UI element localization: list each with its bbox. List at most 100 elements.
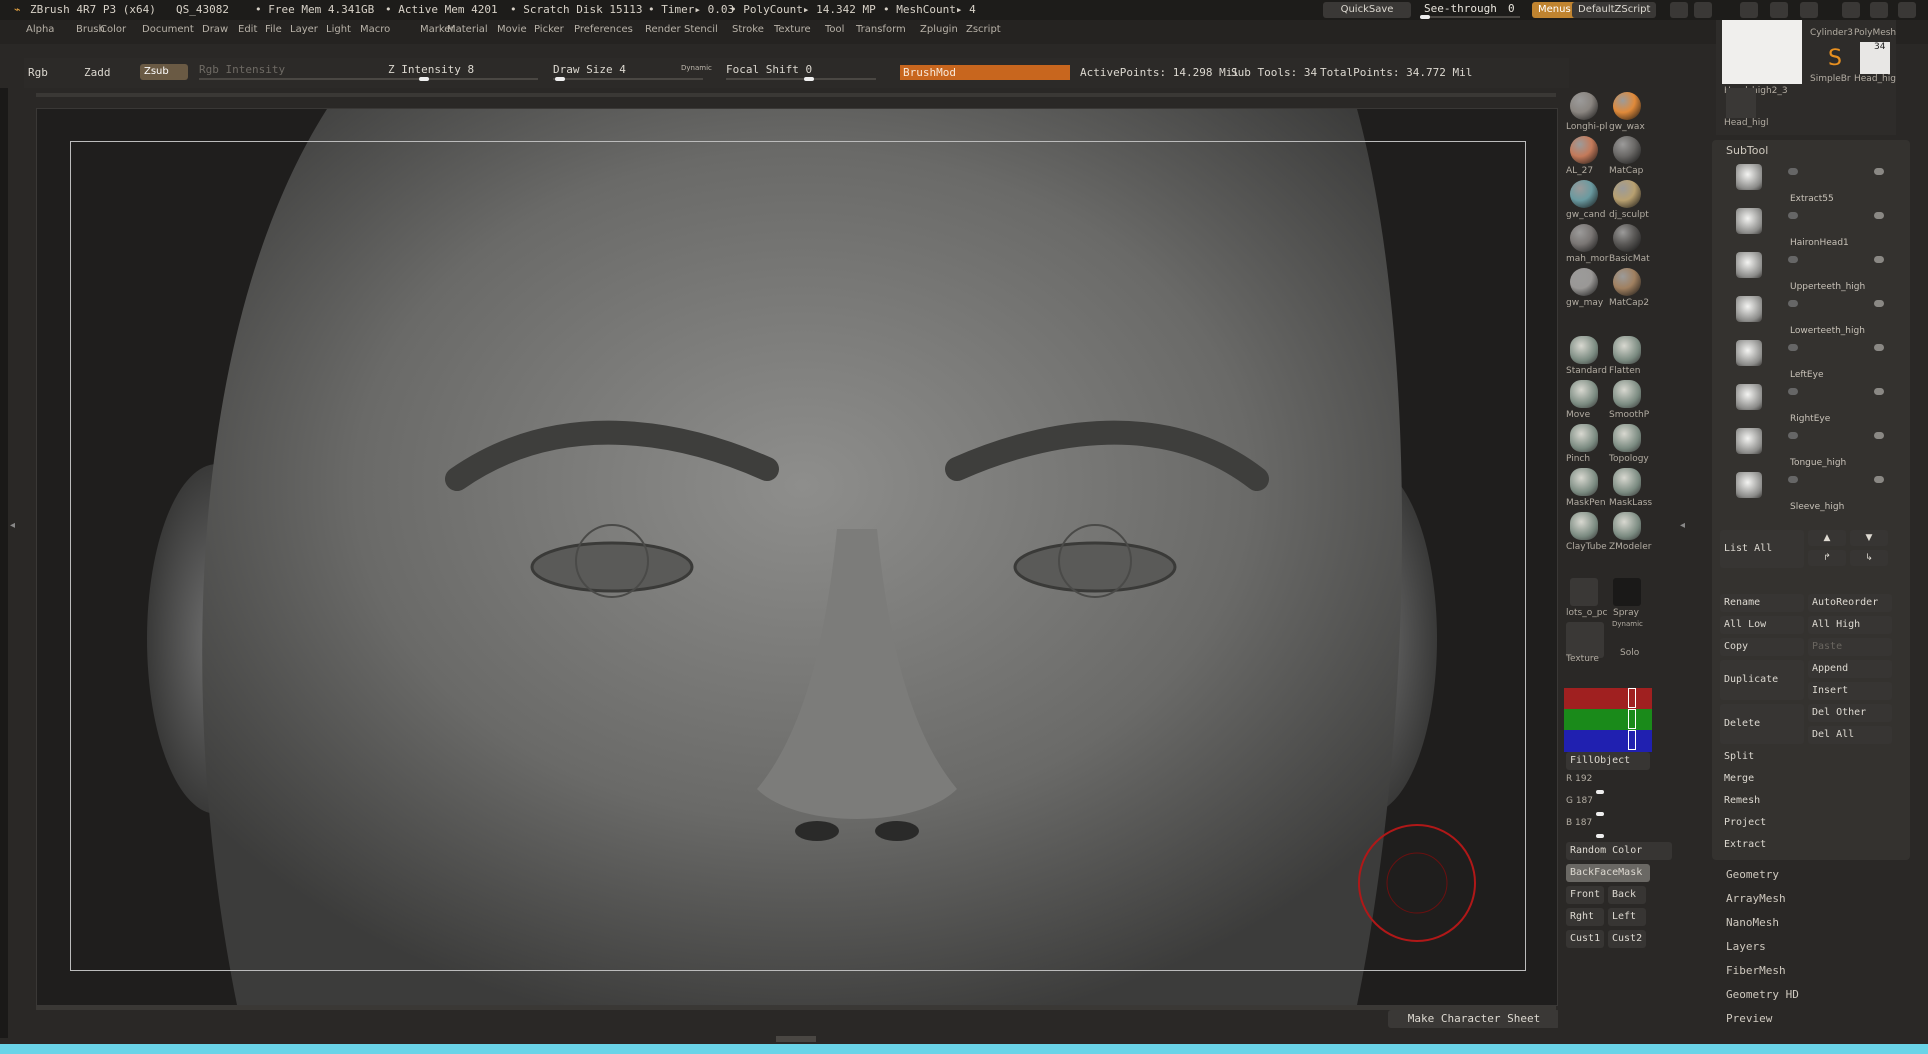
tool-section-fibermesh[interactable]: FiberMesh — [1726, 964, 1786, 977]
tool-section-arraymesh[interactable]: ArrayMesh — [1726, 892, 1786, 905]
eye-icon[interactable] — [1874, 256, 1884, 263]
fill-object-button[interactable]: FillObject — [1566, 752, 1650, 770]
menus-button[interactable]: Menus — [1532, 2, 1577, 18]
subtool-thumb[interactable] — [1736, 252, 1762, 278]
eye-icon[interactable] — [1874, 432, 1884, 439]
menu-item-preferences[interactable]: Preferences — [574, 24, 633, 35]
subtool-thumb[interactable] — [1736, 296, 1762, 322]
z-intensity-knob[interactable] — [419, 77, 429, 81]
brush-maskpen-icon[interactable] — [1570, 468, 1598, 496]
front-view-button[interactable]: Front — [1566, 886, 1604, 904]
insert-button[interactable]: Insert — [1808, 682, 1892, 700]
menu-item-render[interactable]: Render — [645, 24, 681, 35]
z-intensity-track[interactable] — [388, 78, 538, 80]
menu-item-movie[interactable]: Movie — [497, 24, 527, 35]
color-slider-handle[interactable] — [1628, 709, 1636, 729]
subtool-item-name[interactable]: HaironHead1 — [1790, 238, 1849, 248]
texture-thumb[interactable] — [1566, 622, 1604, 658]
dynamic-label[interactable]: Dynamic — [681, 64, 712, 72]
move-down-right-icon[interactable]: ↳ — [1850, 550, 1888, 566]
focal-shift-slider[interactable]: Focal Shift 0 — [726, 63, 812, 76]
rgb-intensity-slider[interactable]: Rgb Intensity — [199, 63, 285, 76]
move-up-arrow-icon[interactable]: ▲ — [1808, 530, 1846, 546]
menu-item-draw[interactable]: Draw — [202, 24, 228, 35]
subtool-thumb[interactable] — [1736, 208, 1762, 234]
see-through-slider[interactable] — [1420, 16, 1520, 18]
color-g-knob[interactable] — [1596, 812, 1604, 816]
minimize-icon[interactable] — [1842, 2, 1860, 18]
layout-icon[interactable] — [1670, 2, 1688, 18]
material-swatch[interactable] — [1570, 268, 1598, 296]
color-b-slider[interactable]: B 187 — [1566, 818, 1592, 828]
subtool-visibility-toggle[interactable] — [1788, 344, 1798, 351]
subtool-visibility-toggle[interactable] — [1788, 432, 1798, 439]
remesh-button[interactable]: Remesh — [1720, 792, 1892, 810]
color-slider-handle[interactable] — [1628, 688, 1636, 708]
subtool-item-name[interactable]: LeftEye — [1790, 370, 1823, 380]
back-view-button[interactable]: Back — [1608, 886, 1646, 904]
tool-section-layers[interactable]: Layers — [1726, 940, 1766, 953]
tool-section-geometry[interactable]: Geometry — [1726, 868, 1779, 881]
subtool-thumb[interactable] — [1736, 428, 1762, 454]
right-tray-arrow-icon[interactable]: ◂ — [1680, 520, 1685, 531]
subtool-visibility-toggle[interactable] — [1788, 168, 1798, 175]
subtool-visibility-toggle[interactable] — [1788, 212, 1798, 219]
rgb-button[interactable]: Rgb — [28, 66, 48, 79]
subtool-thumb[interactable] — [1736, 472, 1762, 498]
menu-item-stroke[interactable]: Stroke — [732, 24, 764, 35]
menu-item-zscript[interactable]: Zscript — [966, 24, 1001, 35]
left-view-button[interactable]: Left — [1608, 908, 1646, 926]
random-color-button[interactable]: Random Color — [1566, 842, 1672, 860]
custom1-view-button[interactable]: Cust1 — [1566, 930, 1604, 948]
material-swatch[interactable] — [1613, 224, 1641, 252]
brush-zmodeler-icon[interactable] — [1613, 512, 1641, 540]
menu-item-texture[interactable]: Texture — [774, 24, 811, 35]
copy-button[interactable]: Copy — [1720, 638, 1804, 656]
menu-item-picker[interactable]: Picker — [534, 24, 564, 35]
subtool-item-name[interactable]: RightEye — [1790, 414, 1830, 424]
brush-masklass-icon[interactable] — [1613, 468, 1641, 496]
menu-item-zplugin[interactable]: Zplugin — [920, 24, 958, 35]
tool-section-preview[interactable]: Preview — [1726, 1012, 1772, 1025]
color-b-knob[interactable] — [1596, 834, 1604, 838]
draw-size-track[interactable] — [553, 78, 703, 80]
dock2-icon[interactable] — [1770, 2, 1788, 18]
draw-size-slider[interactable]: Draw Size 4 — [553, 63, 626, 76]
brush-flatten-icon[interactable] — [1613, 336, 1641, 364]
simple-brush-icon[interactable]: S — [1822, 46, 1848, 72]
eye-icon[interactable] — [1874, 476, 1884, 483]
make-character-sheet-button[interactable]: Make Character Sheet — [1388, 1010, 1560, 1028]
move-down-arrow-icon[interactable]: ▼ — [1850, 530, 1888, 546]
tool-thumb-head-high[interactable] — [1722, 20, 1802, 84]
menu-item-macro[interactable]: Macro — [360, 24, 390, 35]
menu-item-transform[interactable]: Transform — [856, 24, 906, 35]
all-low-button[interactable]: All Low — [1720, 616, 1804, 634]
material-swatch[interactable] — [1570, 180, 1598, 208]
color-picker[interactable] — [1564, 688, 1652, 752]
menu-item-light[interactable]: Light — [326, 24, 351, 35]
brush-standard-icon[interactable] — [1570, 336, 1598, 364]
brush-smoothp-icon[interactable] — [1613, 380, 1641, 408]
eye-icon[interactable] — [1874, 168, 1884, 175]
delete-button[interactable]: Delete — [1720, 704, 1804, 744]
menu-item-color[interactable]: Color — [100, 24, 126, 35]
bottom-tray-handle[interactable] — [776, 1036, 816, 1042]
maximize-icon[interactable] — [1870, 2, 1888, 18]
eye-icon[interactable] — [1874, 212, 1884, 219]
left-tray-arrow-icon[interactable]: ◂ — [10, 520, 15, 531]
menu-item-stencil[interactable]: Stencil — [684, 24, 718, 35]
subtool-title[interactable]: SubTool — [1726, 144, 1768, 157]
subtool-item-name[interactable]: Lowerteeth_high — [1790, 326, 1865, 336]
subtool-thumb[interactable] — [1736, 384, 1762, 410]
brush-move-icon[interactable] — [1570, 380, 1598, 408]
subtool-item-name[interactable]: Sleeve_high — [1790, 502, 1844, 512]
lock-icon[interactable] — [1800, 2, 1818, 18]
material-swatch[interactable] — [1613, 136, 1641, 164]
zsub-button[interactable]: Zsub — [140, 64, 188, 80]
backface-mask-button[interactable]: BackFaceMask — [1566, 864, 1650, 882]
brush-claytube-icon[interactable] — [1570, 512, 1598, 540]
right-view-button[interactable]: Rght — [1566, 908, 1604, 926]
move-up-right-icon[interactable]: ↱ — [1808, 550, 1846, 566]
custom2-view-button[interactable]: Cust2 — [1608, 930, 1646, 948]
subtool-thumb[interactable] — [1736, 164, 1762, 190]
